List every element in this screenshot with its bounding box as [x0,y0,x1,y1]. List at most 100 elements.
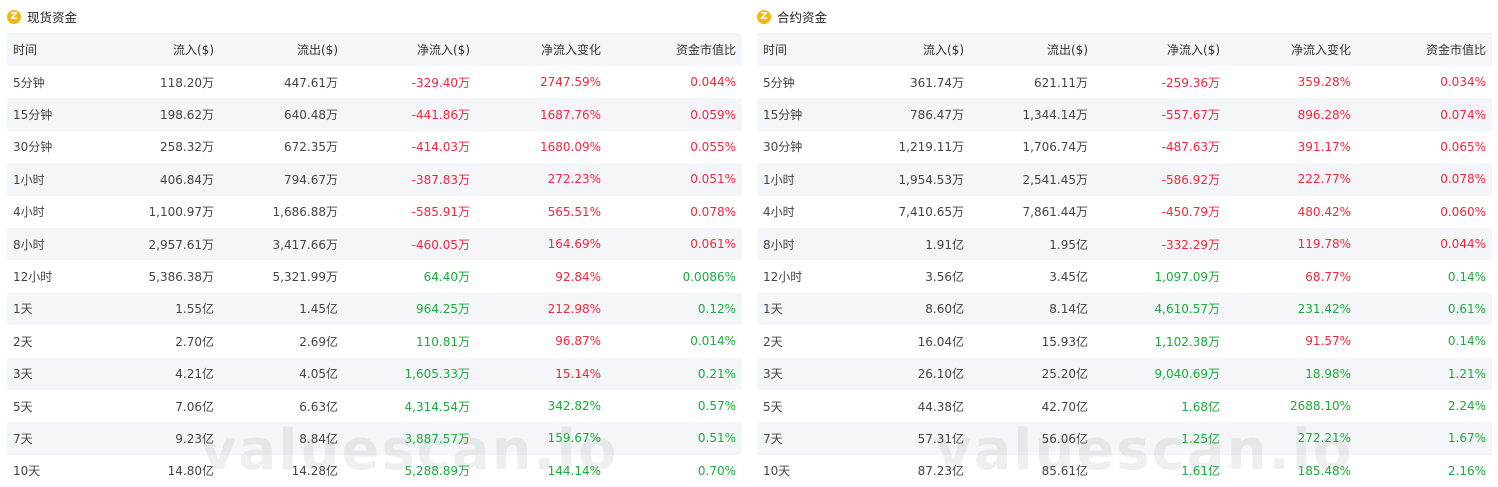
cell-time: 7天 [763,431,783,446]
table-row: 5天 7.06亿 6.63亿 4,314.54万 342.82% 0.57% [7,389,742,423]
cell-net-inflow-change: 2747.59% [539,75,601,90]
cell-fund-marketcap-ratio: 0.14% [1447,269,1486,284]
cell-time: 5分钟 [13,75,45,90]
cell-net-inflow-change: 391.17% [1297,139,1351,154]
cell-net-inflow: -450.79万 [1161,205,1220,220]
cell-fund-marketcap-ratio: 2.24% [1447,399,1486,414]
table-row: 2天 2.70亿 2.69亿 110.81万 96.87% 0.014% [7,325,742,358]
cell-fund-marketcap-ratio: 0.51% [697,431,736,446]
cell-fund-marketcap-ratio: 0.060% [1440,204,1486,219]
cell-inflow: 7,410.65万 [898,205,964,220]
cell-net-inflow-change: 18.98% [1305,366,1351,381]
table-header-row: 时间 流入($) 流出($) 净流入($) 净流入变化 资金市值比 [7,33,742,66]
cell-net-inflow: -332.29万 [1161,237,1220,252]
cell-net-inflow: 9,040.69万 [1154,367,1220,382]
cell-inflow: 4.21亿 [175,367,214,382]
cell-time: 2天 [763,334,783,349]
cell-inflow: 57.31亿 [917,431,964,446]
cell-fund-marketcap-ratio: 0.059% [690,107,736,122]
cell-net-inflow: 110.81万 [416,334,470,349]
cell-net-inflow: 1.25亿 [1181,431,1220,446]
table-row: 7天 57.31亿 56.06亿 1.25亿 272.21% 1.67% [757,422,1492,455]
cell-outflow: 794.67万 [284,172,338,187]
cell-outflow: 2.69亿 [299,334,338,349]
cell-net-inflow: 964.25万 [416,302,470,317]
header-fund-marketcap-ratio: 资金市值比 [675,43,736,57]
cell-outflow: 1.45亿 [299,302,338,317]
cell-outflow: 42.70亿 [1041,399,1088,414]
cell-net-inflow: 1.61亿 [1181,464,1220,479]
cell-inflow: 3.56亿 [925,270,964,285]
cell-net-inflow-change: 92.84% [555,269,601,284]
cell-time: 10天 [763,464,791,479]
cell-net-inflow-change: 272.23% [547,172,601,187]
cell-outflow: 14.28亿 [291,464,338,479]
table-row: 10天 14.80亿 14.28亿 5,288.89万 144.14% 0.70% [7,454,742,487]
table-row: 8小时 1.91亿 1.95亿 -332.29万 119.78% 0.044% [757,227,1492,261]
cell-net-inflow-change: 1680.09% [539,139,601,154]
cell-net-inflow-change: 480.42% [1297,204,1351,219]
cell-inflow: 198.62万 [160,108,214,123]
cell-net-inflow: -585.91万 [411,205,470,220]
table-row: 5天 44.38亿 42.70亿 1.68亿 2688.10% 2.24% [757,389,1492,423]
cell-net-inflow: 4,610.57万 [1154,302,1220,317]
cell-time: 5天 [13,399,33,414]
cell-net-inflow-change: 272.21% [1297,431,1351,446]
cell-inflow: 14.80亿 [167,464,214,479]
cell-time: 7天 [13,431,33,446]
header-net-inflow-change: 净流入变化 [540,43,601,57]
cell-net-inflow-change: 15.14% [555,366,601,381]
coin-icon: Z [7,9,21,24]
cell-net-inflow-change: 231.42% [1297,301,1351,316]
cell-fund-marketcap-ratio: 0.014% [690,334,736,349]
cell-outflow: 1,686.88万 [272,205,338,220]
cell-net-inflow-change: 565.51% [547,204,601,219]
cell-time: 15分钟 [763,108,803,123]
table-row: 4小时 7,410.65万 7,861.44万 -450.79万 480.42% 0.06… [757,195,1492,228]
table-header-row: 时间 流入($) 流出($) 净流入($) 净流入变化 资金市值比 [757,33,1492,66]
cell-time: 8小时 [13,237,45,252]
cell-net-inflow: -586.92万 [1161,172,1220,187]
cell-fund-marketcap-ratio: 0.21% [697,366,736,381]
cell-net-inflow-change: 222.77% [1297,172,1351,187]
spot-panel-title: 现货资金 [27,10,78,25]
spot-funds-panel: Z 现货资金 时间 流入($) 流出($) 净流入($) 净流入变化 资金市值比… [7,0,742,487]
cell-outflow: 8.14亿 [1049,302,1088,317]
cell-net-inflow: -414.03万 [411,140,470,155]
cell-outflow: 621.11万 [1034,75,1088,90]
table-row: 5分钟 361.74万 621.11万 -259.36万 359.28% 0.034% [757,66,1492,99]
cell-outflow: 85.61亿 [1041,464,1088,479]
cell-inflow: 26.10亿 [917,367,964,382]
table-row: 5分钟 118.20万 447.61万 -329.40万 2747.59% 0.044% [7,66,742,99]
header-net-inflow: 净流入($) [417,43,470,57]
spot-funds-table: 时间 流入($) 流出($) 净流入($) 净流入变化 资金市值比 5分钟 118… [7,33,742,487]
cell-time: 1小时 [13,172,45,187]
cell-outflow: 7,861.44万 [1022,205,1088,220]
futures-funds-table: 时间 流入($) 流出($) 净流入($) 净流入变化 资金市值比 5分钟 361… [757,33,1492,487]
cell-fund-marketcap-ratio: 1.21% [1447,366,1486,381]
cell-net-inflow: 64.40万 [423,270,470,285]
cell-time: 30分钟 [13,140,53,155]
spot-panel-header: Z 现货资金 [7,0,742,33]
header-outflow: 流出($) [297,43,338,57]
cell-outflow: 1.95亿 [1049,237,1088,252]
table-row: 2天 16.04亿 15.93亿 1,102.38万 91.57% 0.14% [757,325,1492,358]
cell-fund-marketcap-ratio: 0.12% [697,301,736,316]
cell-time: 12小时 [763,270,803,285]
cell-net-inflow: 1,605.33万 [404,367,470,382]
cell-fund-marketcap-ratio: 0.074% [1440,107,1486,122]
cell-fund-marketcap-ratio: 1.67% [1447,431,1486,446]
cell-inflow: 1,100.97万 [148,205,214,220]
cell-time: 1小时 [763,172,795,187]
table-row: 3天 26.10亿 25.20亿 9,040.69万 18.98% 1.21% [757,357,1492,390]
header-time: 时间 [763,43,788,57]
cell-inflow: 786.47万 [910,108,964,123]
cell-fund-marketcap-ratio: 0.034% [1440,75,1486,90]
cell-outflow: 1,344.14万 [1022,108,1088,123]
cell-net-inflow: -441.86万 [411,108,470,123]
cell-net-inflow-change: 119.78% [1297,237,1351,252]
table-row: 12小时 3.56亿 3.45亿 1,097.09万 68.77% 0.14% [757,260,1492,293]
cell-net-inflow-change: 96.87% [555,334,601,349]
cell-outflow: 3.45亿 [1049,270,1088,285]
table-row: 30分钟 1,219.11万 1,706.74万 -487.63万 391.17% 0.0… [757,130,1492,164]
